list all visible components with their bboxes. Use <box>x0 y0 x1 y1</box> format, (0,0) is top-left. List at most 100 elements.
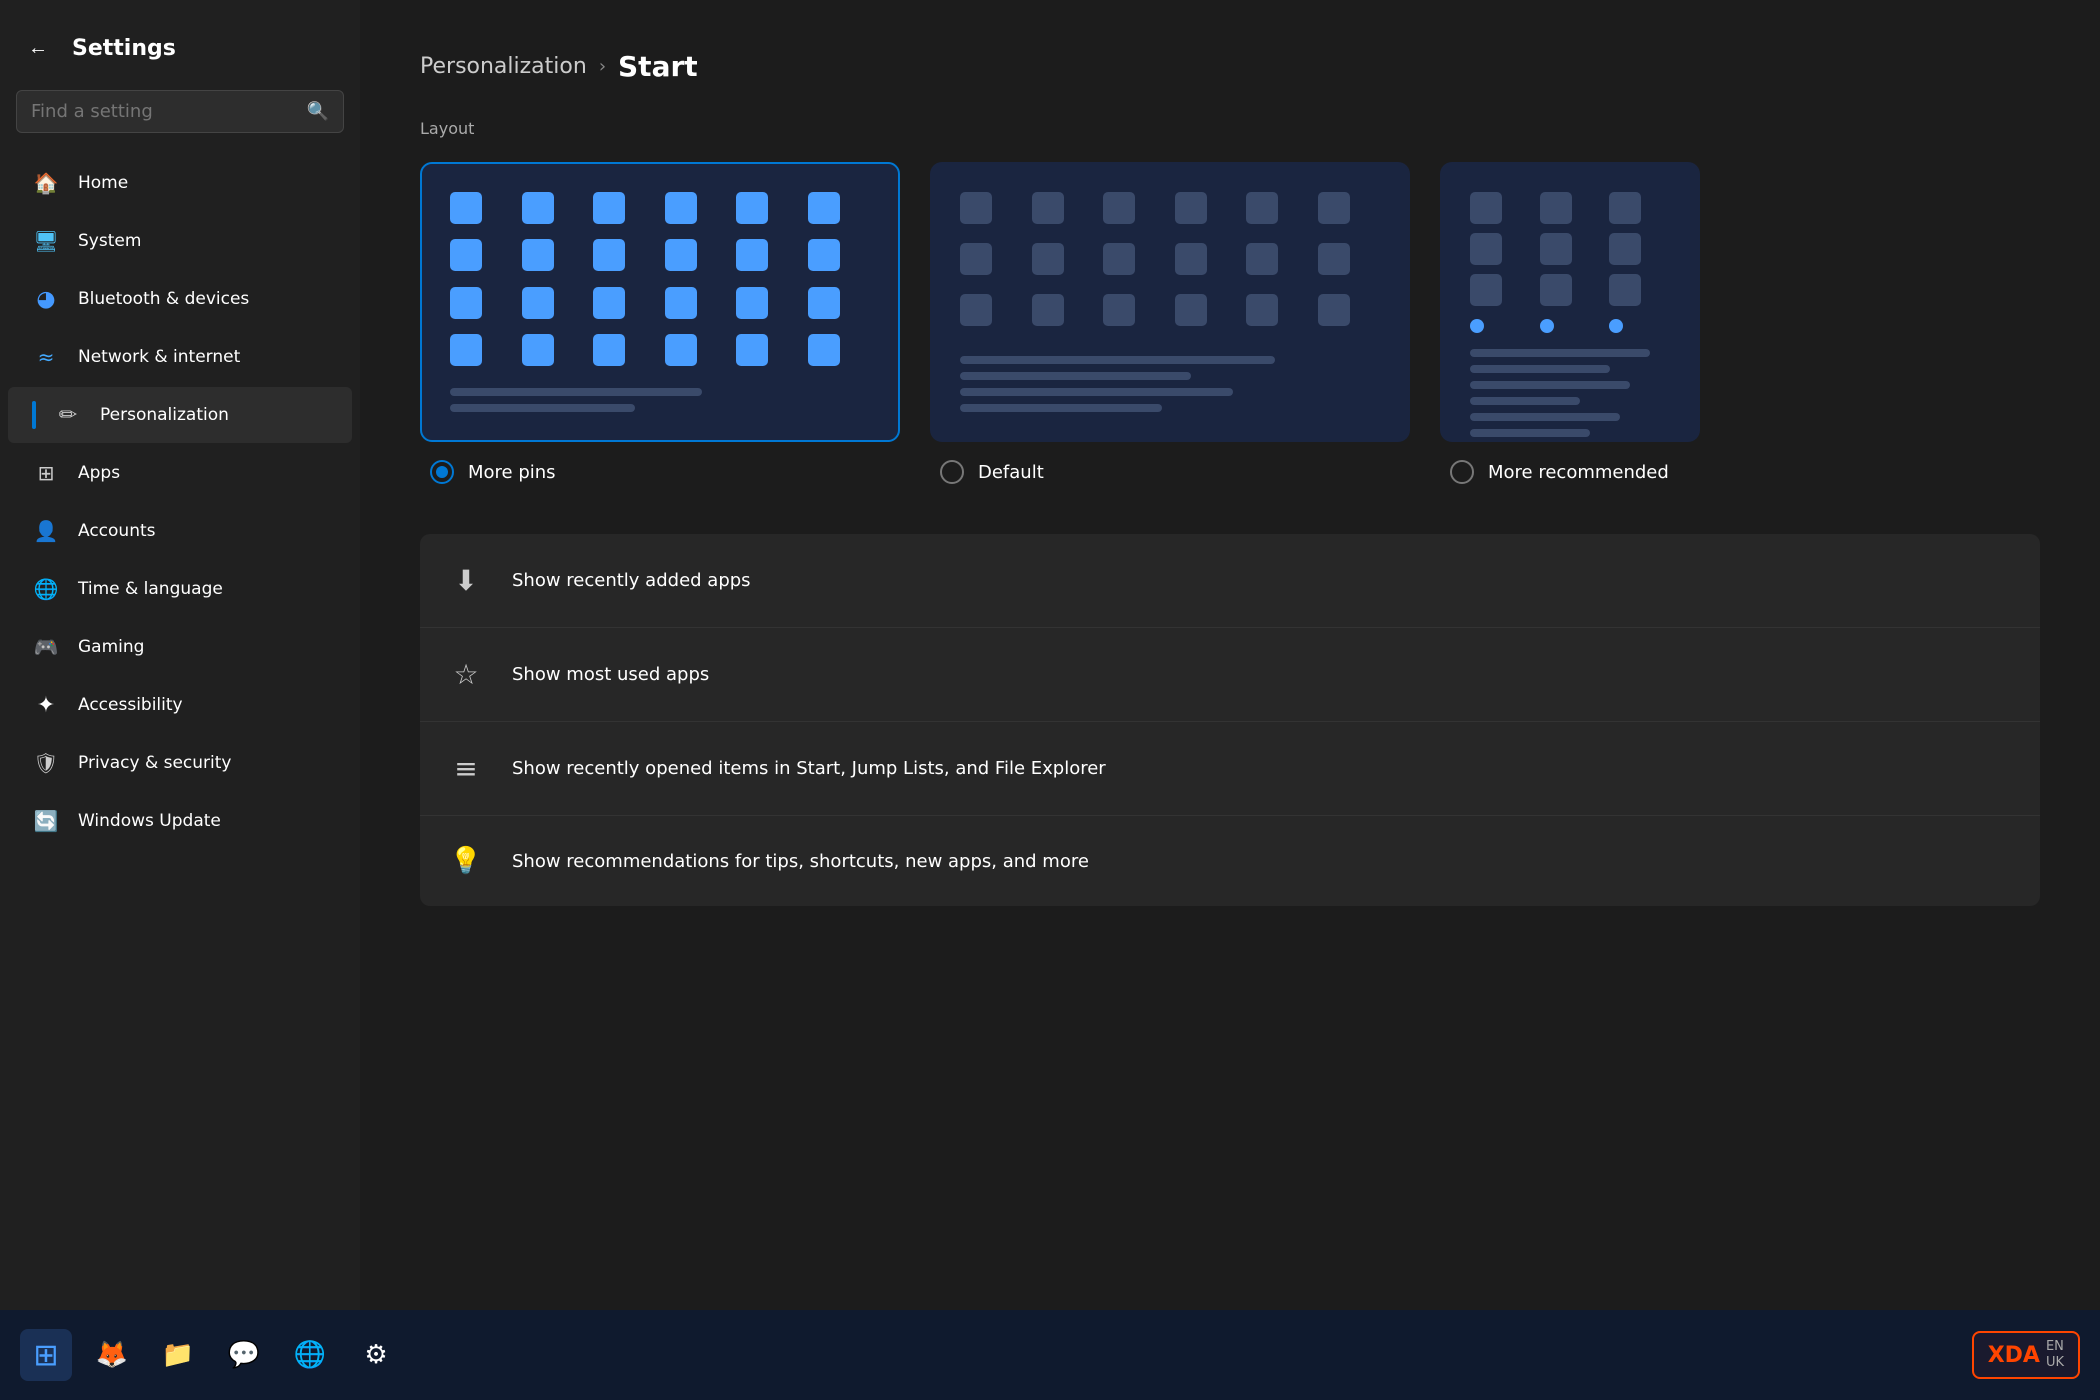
search-icon: 🔍 <box>307 101 329 122</box>
search-input[interactable] <box>31 101 297 122</box>
pin-dot-dim <box>1318 294 1350 326</box>
pin-dot <box>593 192 625 224</box>
layout-card-more-pins[interactable] <box>420 162 900 442</box>
taskbar-discord[interactable]: 💬 <box>218 1329 270 1381</box>
card-inner-more-pins <box>422 164 898 440</box>
pin-dot <box>450 239 482 271</box>
rec-line <box>1470 429 1590 437</box>
taskbar-right: XDA EN UK <box>1972 1331 2080 1378</box>
taskbar-foxpro[interactable]: 🦊 <box>86 1329 138 1381</box>
back-button[interactable]: ← <box>20 30 56 66</box>
pin-dot <box>593 287 625 319</box>
taskbar-settings[interactable]: ⚙ <box>350 1329 402 1381</box>
pins-grid-default <box>960 192 1380 336</box>
content-area: ← Settings 🔍 🏠 Home 🖥 Syst <box>0 0 2100 1310</box>
pin-dot <box>522 192 554 224</box>
radio-default[interactable]: Default <box>930 460 1410 484</box>
pin-dot <box>450 192 482 224</box>
sidebar-label-bluetooth: Bluetooth & devices <box>78 289 249 309</box>
main-content: Personalization › Start Layout <box>360 0 2100 1310</box>
sidebar-item-system[interactable]: 🖥 System <box>8 213 352 269</box>
taskbar-explorer[interactable]: 📁 <box>152 1329 204 1381</box>
pin-dot-dim <box>1246 243 1278 275</box>
gaming-icon: 🎮 <box>32 633 60 661</box>
setting-row-recently-added[interactable]: ⬇ Show recently added apps <box>420 534 2040 628</box>
pin-dot-dim <box>1470 192 1502 224</box>
setting-row-recently-opened[interactable]: ≡ Show recently opened items in Start, J… <box>420 722 2040 816</box>
pin-dot <box>736 239 768 271</box>
sidebar-item-accounts[interactable]: 👤 Accounts <box>8 503 352 559</box>
taskbar-start[interactable]: ⊞ <box>20 1329 72 1381</box>
most-used-icon: ☆ <box>448 658 484 691</box>
pin-dot <box>665 287 697 319</box>
sidebar-nav: 🏠 Home 🖥 System ◕ Bluetooth & devices ≈ … <box>0 153 360 851</box>
personalization-icon: ✏ <box>54 401 82 429</box>
recommendations-icon: 💡 <box>448 846 484 876</box>
back-icon: ← <box>28 37 48 60</box>
layout-option-more-pins[interactable]: More pins <box>420 162 900 484</box>
radio-label-more-recommended: More recommended <box>1488 462 1669 483</box>
setting-label-most-used: Show most used apps <box>512 664 2012 685</box>
section-label: Layout <box>420 119 2040 138</box>
rec-line <box>960 356 1275 364</box>
taskbar-left: ⊞ 🦊 📁 💬 🌐 ⚙ <box>20 1329 402 1381</box>
radio-more-recommended[interactable]: More recommended <box>1440 460 1700 484</box>
sidebar-item-personalization[interactable]: ✏ Personalization <box>8 387 352 443</box>
layout-option-default[interactable]: Default <box>930 162 1410 484</box>
pin-dot-dim <box>1540 233 1572 265</box>
sidebar-item-accessibility[interactable]: ✦ Accessibility <box>8 677 352 733</box>
sidebar-item-update[interactable]: 🔄 Windows Update <box>8 793 352 849</box>
radio-circle-more-pins <box>430 460 454 484</box>
sidebar-item-gaming[interactable]: 🎮 Gaming <box>8 619 352 675</box>
layout-card-more-recommended[interactable] <box>1440 162 1700 442</box>
sidebar-label-home: Home <box>78 173 128 193</box>
card-inner-more-recommended <box>1442 164 1698 440</box>
layout-option-more-recommended[interactable]: More recommended <box>1440 162 1700 484</box>
pin-dot-dim <box>1032 192 1064 224</box>
pin-dot-dim <box>1103 192 1135 224</box>
taskbar-chrome[interactable]: 🌐 <box>284 1329 336 1381</box>
rec-line <box>1470 413 1620 421</box>
pin-dot-dim <box>1540 274 1572 306</box>
pin-dot <box>736 287 768 319</box>
layout-card-default[interactable] <box>930 162 1410 442</box>
system-icon: 🖥 <box>32 227 60 255</box>
sidebar-label-apps: Apps <box>78 463 120 483</box>
setting-row-most-used[interactable]: ☆ Show most used apps <box>420 628 2040 722</box>
pin-dot <box>665 239 697 271</box>
app-container: ← Settings 🔍 🏠 Home 🖥 Syst <box>0 0 2100 1400</box>
sidebar-item-apps[interactable]: ⊞ Apps <box>8 445 352 501</box>
pin-dot-dim <box>1540 192 1572 224</box>
pin-dot-dim <box>1246 192 1278 224</box>
breadcrumb-page: Start <box>618 50 698 83</box>
settings-icon: ⚙ <box>364 1340 387 1370</box>
pin-dot-dim <box>1175 294 1207 326</box>
sidebar-item-home[interactable]: 🏠 Home <box>8 155 352 211</box>
pin-dot-dim <box>960 243 992 275</box>
radio-more-pins[interactable]: More pins <box>420 460 900 484</box>
pin-dot <box>522 239 554 271</box>
rec-line <box>450 388 702 396</box>
explorer-icon: 📁 <box>162 1340 194 1370</box>
setting-row-recommendations[interactable]: 💡 Show recommendations for tips, shortcu… <box>420 816 2040 906</box>
sidebar-item-bluetooth[interactable]: ◕ Bluetooth & devices <box>8 271 352 327</box>
pin-dot <box>665 192 697 224</box>
sidebar-item-network[interactable]: ≈ Network & internet <box>8 329 352 385</box>
setting-label-recently-opened: Show recently opened items in Start, Jum… <box>512 758 2012 779</box>
accessibility-icon: ✦ <box>32 691 60 719</box>
sidebar-header: ← Settings <box>0 20 360 90</box>
sidebar-label-privacy: Privacy & security <box>78 753 232 773</box>
sidebar-item-time[interactable]: 🌐 Time & language <box>8 561 352 617</box>
radio-circle-more-recommended <box>1450 460 1474 484</box>
pin-dot <box>522 287 554 319</box>
rec-lines-more <box>450 388 870 412</box>
setting-label-recommendations: Show recommendations for tips, shortcuts… <box>512 851 2012 872</box>
pin-dot <box>450 287 482 319</box>
pin-dot-dim <box>1032 243 1064 275</box>
privacy-icon: 🛡 <box>32 749 60 777</box>
pin-dot-dim <box>1470 233 1502 265</box>
search-box[interactable]: 🔍 <box>16 90 344 133</box>
sidebar-item-privacy[interactable]: 🛡 Privacy & security <box>8 735 352 791</box>
time-icon: 🌐 <box>32 575 60 603</box>
sidebar-label-accessibility: Accessibility <box>78 695 183 715</box>
